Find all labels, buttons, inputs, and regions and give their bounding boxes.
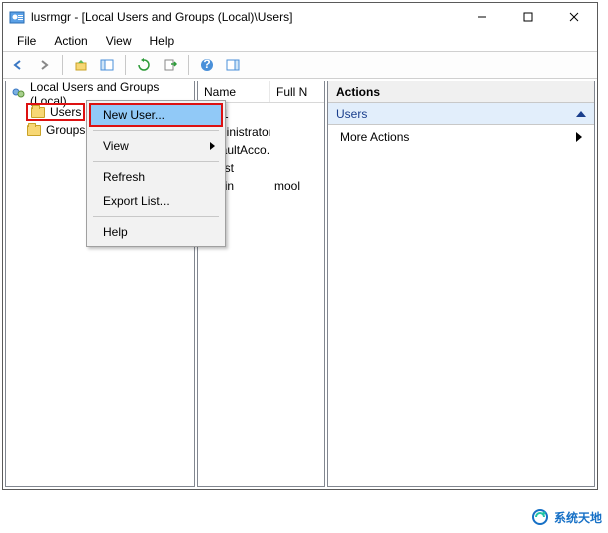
menu-view[interactable]: View [98,32,140,50]
watermark: 系统天地 [530,507,602,527]
selection-highlight: Users [26,103,85,121]
maximize-button[interactable] [505,3,551,31]
svg-text:?: ? [203,58,210,71]
actions-more[interactable]: More Actions [328,125,594,149]
context-menu-item[interactable]: View [89,134,223,158]
context-menu-item[interactable]: Export List... [89,189,223,213]
show-hide-action-pane-button[interactable] [222,54,244,76]
user-fullname: mool [274,179,300,193]
context-menu: New User... View RefreshExport List... Help [86,100,226,247]
export-button[interactable] [159,54,181,76]
menu-file[interactable]: File [9,32,44,50]
menu-action[interactable]: Action [46,32,95,50]
watermark-icon [530,507,550,527]
toolbar-separator [125,55,126,75]
actions-header: Actions [328,81,594,103]
toolbar: ? [3,51,597,79]
title-bar[interactable]: lusrmgr - [Local Users and Groups (Local… [3,3,597,31]
column-name[interactable]: Name [198,81,270,102]
back-button[interactable] [7,54,29,76]
menu-bar: File Action View Help [3,31,597,51]
context-menu-item[interactable]: Refresh [89,165,223,189]
watermark-text: 系统天地 [554,509,602,526]
actions-section-label: Users [336,107,367,121]
context-menu-separator [93,216,219,217]
toolbar-separator [62,55,63,75]
toolbar-separator [188,55,189,75]
column-fullname[interactable]: Full N [270,81,324,102]
tree-item-label: Groups [46,123,85,137]
show-hide-tree-button[interactable] [96,54,118,76]
up-button[interactable] [70,54,92,76]
app-icon [9,9,25,25]
actions-pane: Actions Users More Actions [327,81,595,487]
close-button[interactable] [551,3,597,31]
minimize-button[interactable] [459,3,505,31]
menu-help[interactable]: Help [142,32,183,50]
window-title: lusrmgr - [Local Users and Groups (Local… [31,10,459,24]
help-button[interactable]: ? [196,54,218,76]
actions-section[interactable]: Users [328,103,594,125]
users-groups-icon [10,86,26,102]
tree-item-label: Users [50,105,81,119]
collapse-up-icon [576,111,586,117]
actions-more-label: More Actions [340,130,409,144]
submenu-arrow-icon [576,132,582,142]
folder-icon [30,104,46,120]
context-menu-separator [93,130,219,131]
refresh-button[interactable] [133,54,155,76]
context-menu-separator [93,161,219,162]
context-menu-item[interactable]: New User... [89,103,223,127]
folder-icon [26,122,42,138]
context-menu-item[interactable]: Help [89,220,223,244]
forward-button[interactable] [33,54,55,76]
